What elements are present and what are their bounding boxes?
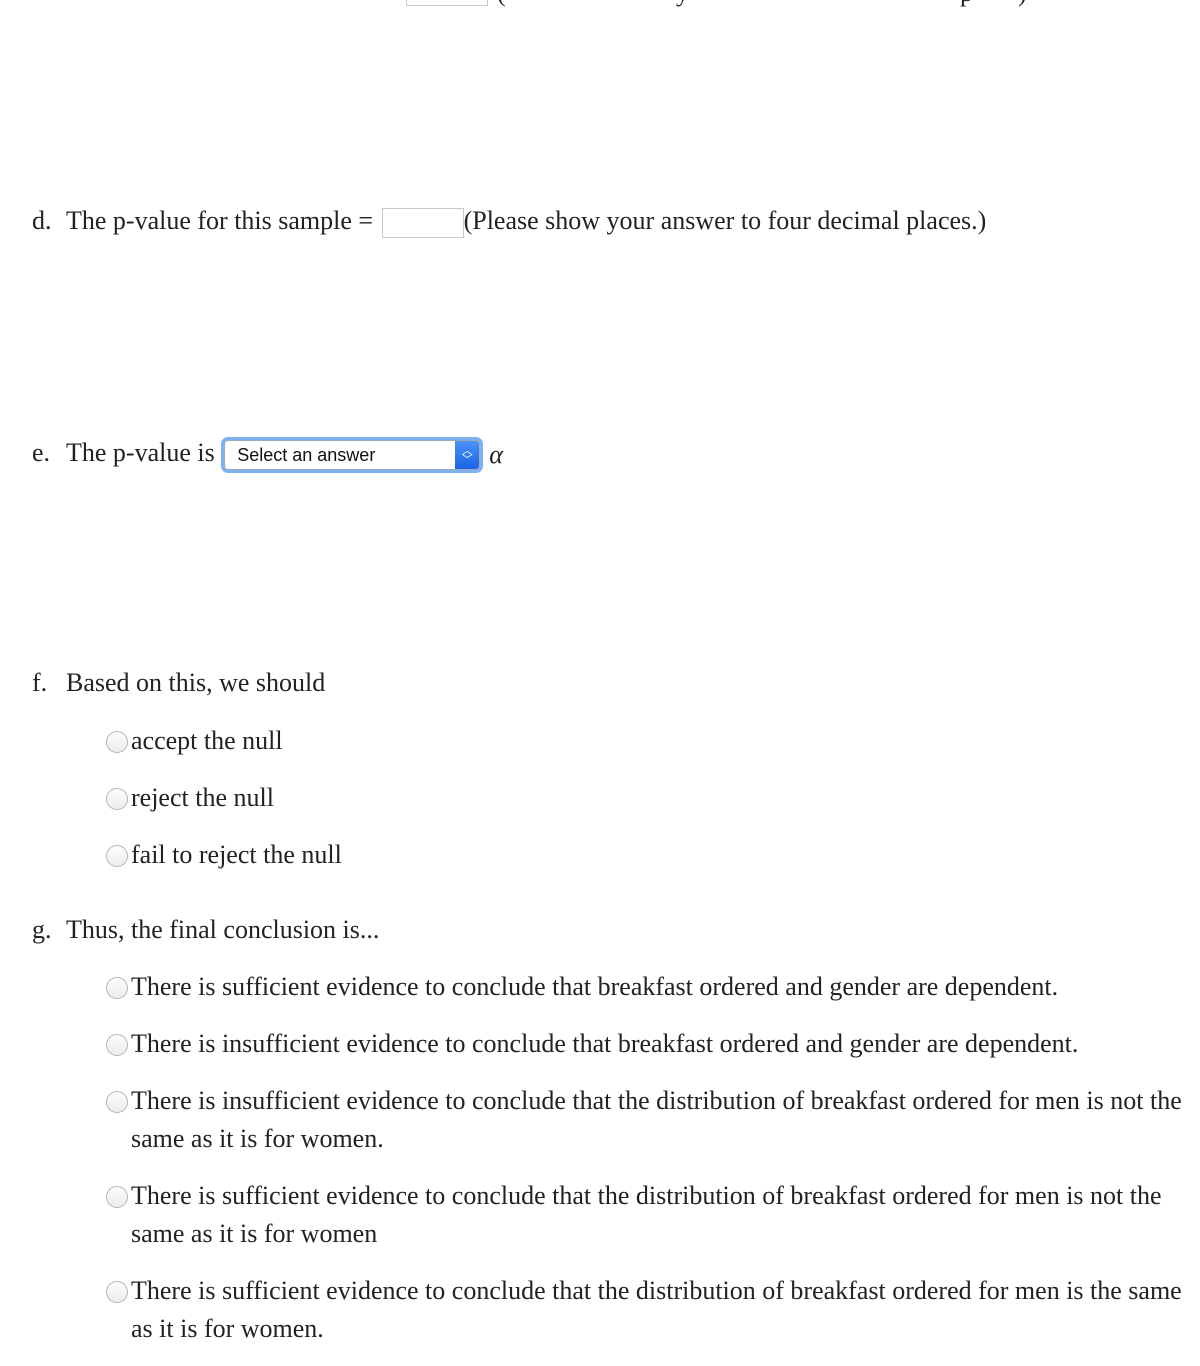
radio-button[interactable]: [106, 788, 128, 810]
question-f-text: Based on this, we should: [66, 668, 326, 697]
question-g: g. Thus, the final conclusion is...: [32, 915, 379, 945]
question-f: f. Based on this, we should: [32, 668, 325, 698]
question-f-options: accept the null reject the null fail to …: [106, 722, 342, 874]
conclusion-option[interactable]: There is sufficient evidence to conclude…: [106, 1177, 1196, 1253]
radio-button[interactable]: [106, 1281, 128, 1303]
radio-button[interactable]: [106, 977, 128, 999]
option-fail-to-reject-null[interactable]: fail to reject the null: [106, 836, 342, 874]
question-g-label: g.: [32, 915, 52, 944]
question-e: e. The p-value is Select an answer ︿ ﹀ α: [32, 437, 503, 473]
conclusion-option[interactable]: There is sufficient evidence to conclude…: [106, 1272, 1196, 1348]
option-reject-null[interactable]: reject the null: [106, 779, 342, 817]
previous-answer-input[interactable]: [406, 0, 488, 6]
question-e-label: e.: [32, 437, 51, 467]
question-g-options: There is sufficient evidence to conclude…: [106, 968, 1196, 1348]
question-d-text: The p-value for this sample =: [66, 206, 374, 235]
alpha-symbol: α: [489, 440, 503, 469]
question-f-label: f.: [32, 668, 48, 697]
radio-button[interactable]: [106, 845, 128, 867]
conclusion-option[interactable]: There is insufficient evidence to conclu…: [106, 1025, 1196, 1063]
comparison-select-value: Select an answer: [237, 445, 376, 465]
fragment-text: y: [676, 0, 689, 8]
p-value-input[interactable]: [381, 208, 464, 239]
fragment-paren-open: (: [497, 0, 506, 8]
fragment-paren-close: ): [1018, 0, 1027, 8]
question-d: d. The p-value for this sample = (Please …: [32, 206, 987, 239]
updown-chevron-icon: ︿ ﹀: [455, 441, 480, 469]
radio-button[interactable]: [106, 731, 128, 753]
comparison-select[interactable]: Select an answer ︿ ﹀: [221, 437, 484, 473]
p-value-hint: (Please show your answer to four decimal…: [463, 206, 987, 235]
radio-button[interactable]: [106, 1186, 128, 1208]
fragment-text: p: [960, 0, 973, 8]
radio-button[interactable]: [106, 1091, 128, 1113]
question-g-text: Thus, the final conclusion is...: [66, 915, 380, 944]
conclusion-option[interactable]: There is sufficient evidence to conclude…: [106, 968, 1196, 1006]
option-accept-null[interactable]: accept the null: [106, 722, 342, 760]
question-d-label: d.: [32, 206, 52, 235]
question-e-text: The p-value is: [66, 437, 215, 467]
conclusion-option[interactable]: There is insufficient evidence to conclu…: [106, 1082, 1196, 1158]
radio-button[interactable]: [106, 1034, 128, 1056]
